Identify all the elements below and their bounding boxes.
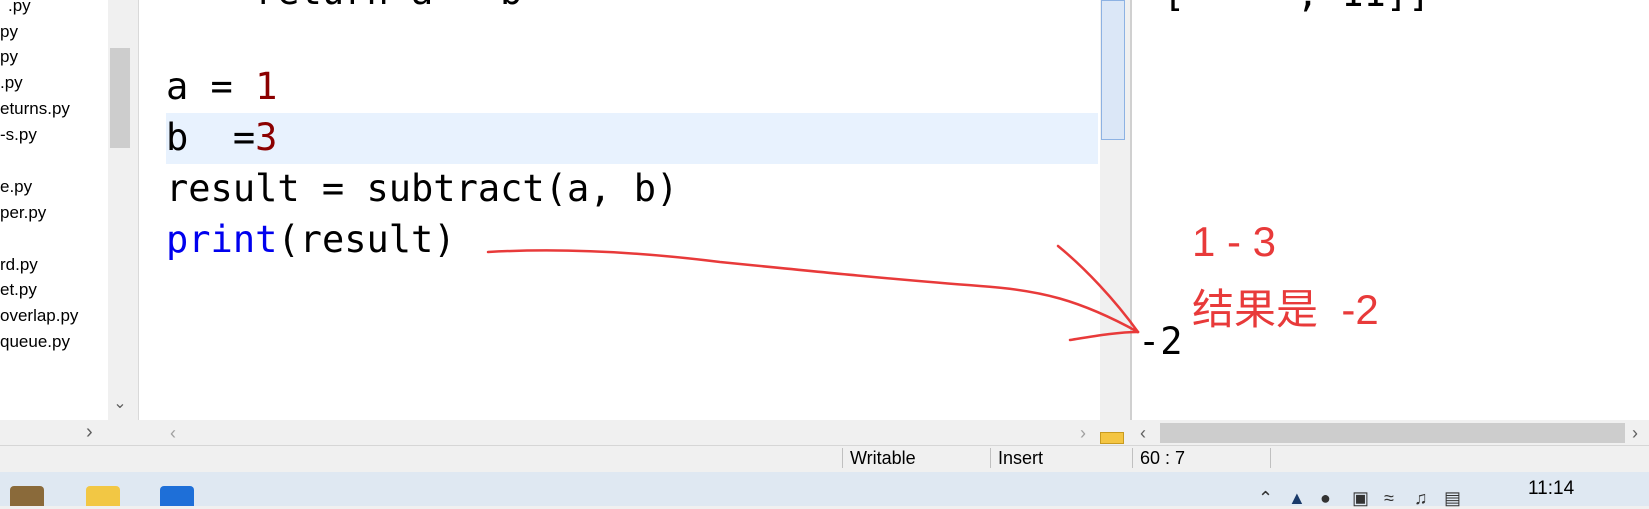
- app-icon[interactable]: [10, 486, 44, 506]
- status-bar: [0, 445, 1649, 472]
- taskbar-clock[interactable]: 11:14: [1528, 478, 1574, 500]
- status-mode: Writable: [850, 448, 916, 468]
- status-position: 60 : 7: [1140, 448, 1186, 468]
- status-insert: Insert: [998, 448, 1044, 468]
- annotation-result-note: 结果是 -2: [1192, 286, 1379, 333]
- status-divider: [990, 448, 991, 468]
- gear-app-icon[interactable]: [160, 486, 194, 506]
- annotation-arrow: [486, 244, 1140, 342]
- status-divider: [1270, 448, 1271, 468]
- status-divider: [842, 448, 843, 468]
- taskbar: [0, 472, 1649, 506]
- status-divider: [1132, 448, 1133, 468]
- annotation-expression: 1 - 3: [1192, 218, 1277, 265]
- folder-icon[interactable]: [86, 486, 120, 506]
